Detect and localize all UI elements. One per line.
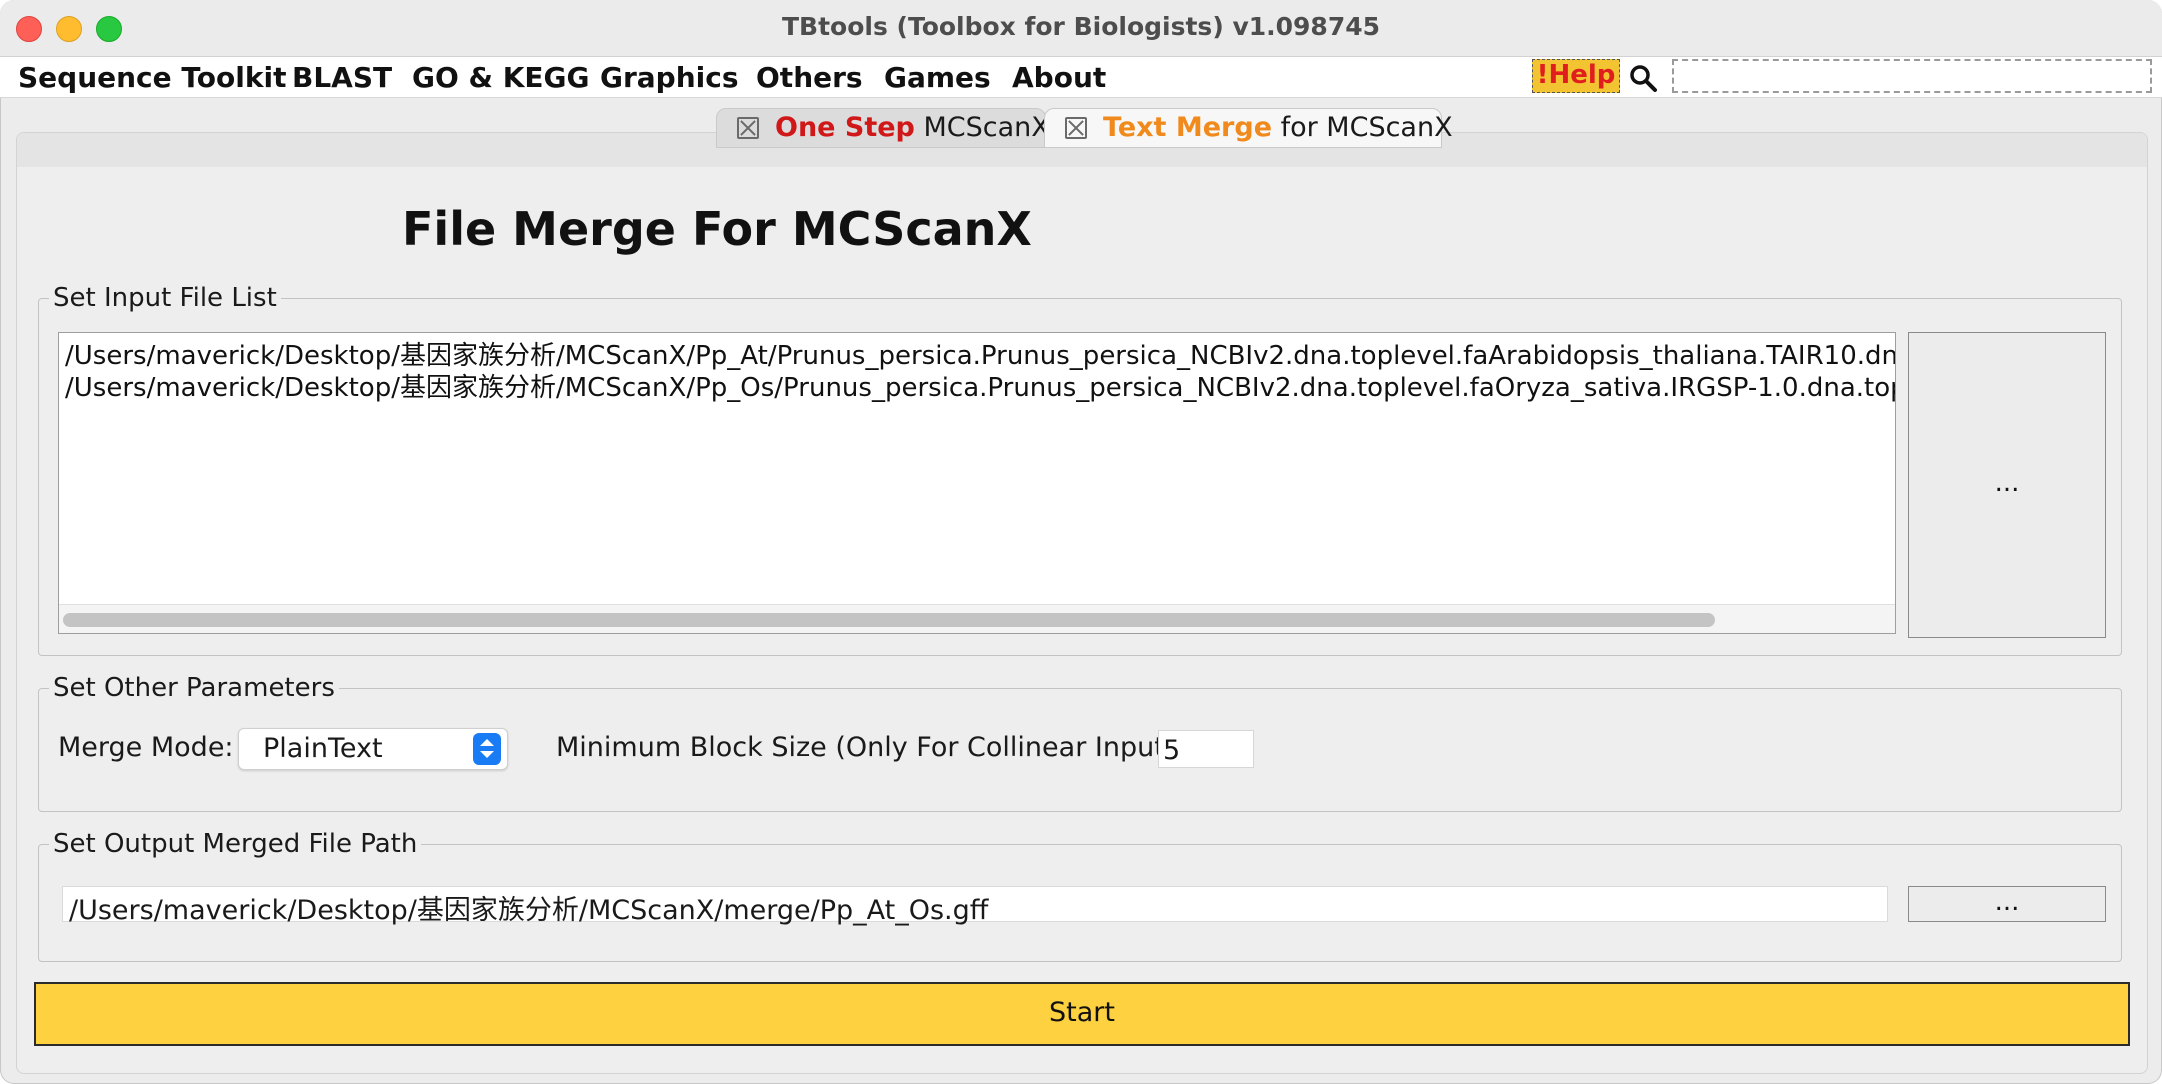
min-block-size-label: Minimum Block Size (Only For Collinear I… bbox=[556, 732, 1185, 763]
window-title: TBtools (Toolbox for Biologists) v1.0987… bbox=[781, 12, 1381, 41]
menu-graphics[interactable]: Graphics bbox=[600, 61, 739, 94]
menu-sequence-toolkit[interactable]: Sequence Toolkit bbox=[18, 61, 286, 94]
menu-games[interactable]: Games bbox=[884, 61, 991, 94]
merge-mode-value: PlainText bbox=[263, 733, 383, 764]
menu-others[interactable]: Others bbox=[756, 61, 863, 94]
list-item[interactable]: /Users/maverick/Desktop/基因家族分析/MCScanX/P… bbox=[65, 367, 1895, 404]
browse-input-button[interactable]: ... bbox=[1908, 332, 2106, 638]
tab-label: One Step MCScanX bbox=[775, 109, 1050, 147]
tab-text-merge-mcscanx[interactable]: Text Merge for MCScanX bbox=[1044, 108, 1453, 148]
horizontal-scrollbar[interactable] bbox=[59, 604, 1895, 633]
menu-go-kegg[interactable]: GO & KEGG bbox=[412, 61, 590, 94]
group-legend: Set Input File List bbox=[49, 283, 281, 313]
tab-label-accent: Text Merge bbox=[1103, 112, 1273, 143]
tab-label-rest: MCScanX bbox=[914, 112, 1050, 143]
tab-close-icon[interactable] bbox=[737, 117, 759, 139]
help-button[interactable]: !Help bbox=[1532, 59, 1620, 93]
tab-label-accent: One Step bbox=[775, 112, 915, 143]
app-window: TBtools (Toolbox for Biologists) v1.0987… bbox=[0, 0, 2162, 1084]
merge-mode-select[interactable]: PlainText bbox=[238, 728, 508, 770]
group-legend: Set Other Parameters bbox=[49, 673, 339, 703]
title-bar: TBtools (Toolbox for Biologists) v1.0987… bbox=[0, 0, 2162, 57]
page-title: File Merge For MCScanX bbox=[402, 202, 1032, 256]
tab-label: Text Merge for MCScanX bbox=[1103, 109, 1453, 147]
menu-about[interactable]: About bbox=[1012, 61, 1106, 94]
chevron-updown-icon bbox=[473, 733, 501, 765]
tab-close-icon[interactable] bbox=[1065, 117, 1087, 139]
min-block-size-value: 5 bbox=[1163, 735, 1181, 766]
menu-blast[interactable]: BLAST bbox=[292, 61, 392, 94]
search-input[interactable] bbox=[1672, 59, 2152, 93]
browse-output-button[interactable]: ... bbox=[1908, 886, 2106, 922]
merge-mode-label: Merge Mode: bbox=[58, 732, 234, 763]
tab-one-step-mcscanx[interactable]: One Step MCScanX bbox=[716, 108, 1050, 148]
tab-label-rest: for MCScanX bbox=[1272, 112, 1453, 143]
start-button[interactable]: Start bbox=[34, 982, 2130, 1046]
output-path-value: /Users/maverick/Desktop/基因家族分析/MCScanX/m… bbox=[69, 895, 989, 926]
input-file-list[interactable]: /Users/maverick/Desktop/基因家族分析/MCScanX/P… bbox=[58, 332, 1896, 634]
scrollbar-thumb[interactable] bbox=[63, 613, 1715, 627]
group-legend: Set Output Merged File Path bbox=[49, 829, 422, 859]
min-block-size-input[interactable]: 5 bbox=[1158, 730, 1254, 768]
output-path-input[interactable]: /Users/maverick/Desktop/基因家族分析/MCScanX/m… bbox=[62, 886, 1888, 926]
search-icon[interactable] bbox=[1628, 63, 1658, 93]
menu-bar: Sequence Toolkit BLAST GO & KEGG Graphic… bbox=[0, 57, 2162, 98]
